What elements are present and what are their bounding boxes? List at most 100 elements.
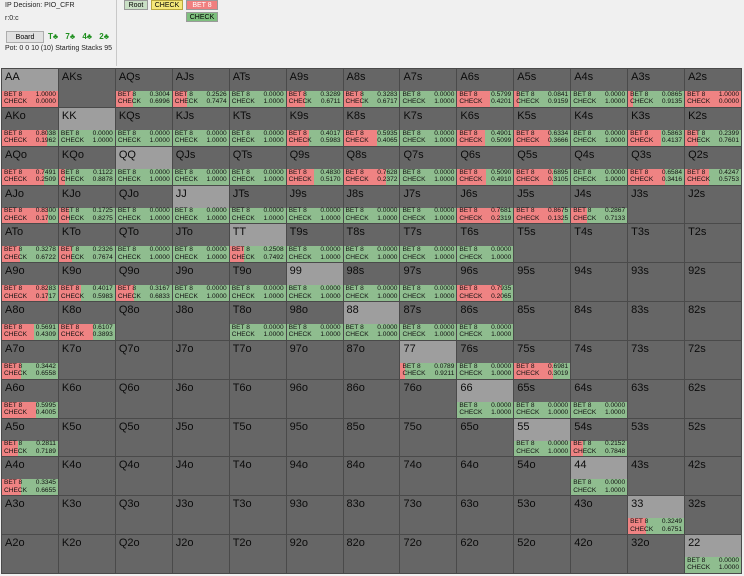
- hand-cell[interactable]: T5s: [514, 224, 571, 263]
- hand-cell[interactable]: T3o: [229, 496, 286, 535]
- hand-cell[interactable]: 73s: [628, 340, 685, 379]
- hand-cell[interactable]: K6s BET 8 0.4901 CHECK 0.5099: [457, 107, 514, 146]
- hand-cell[interactable]: 95o: [286, 418, 343, 457]
- hand-cell[interactable]: 52s: [685, 418, 741, 457]
- hand-cell[interactable]: 74o: [400, 457, 457, 496]
- hand-cell[interactable]: K5s BET 8 0.6334 CHECK 0.3666: [514, 107, 571, 146]
- hand-cell[interactable]: Q7s BET 8 0.0000 CHECK 1.0000: [400, 146, 457, 185]
- hand-cell[interactable]: 43o: [571, 496, 628, 535]
- hand-cell[interactable]: J2o: [172, 535, 229, 573]
- hand-cell[interactable]: 54o: [514, 457, 571, 496]
- hand-cell[interactable]: JJ BET 8 0.0000 CHECK 1.0000: [172, 185, 229, 224]
- hand-cell[interactable]: J3s: [628, 185, 685, 224]
- hand-cell[interactable]: A9o BET 8 0.8283 CHECK 0.1717: [2, 263, 58, 302]
- hand-cell[interactable]: KK BET 8 0.0000 CHECK 1.0000: [58, 107, 115, 146]
- hand-cell[interactable]: KTs BET 8 0.0000 CHECK 1.0000: [229, 107, 286, 146]
- hand-cell[interactable]: 52o: [514, 535, 571, 573]
- hand-cell[interactable]: Q9s BET 8 0.4830 CHECK 0.5170: [286, 146, 343, 185]
- hand-cell[interactable]: A2o: [2, 535, 58, 573]
- hand-cell[interactable]: K7s BET 8 0.0000 CHECK 1.0000: [400, 107, 457, 146]
- hand-cell[interactable]: Q6s BET 8 0.5090 CHECK 0.4910: [457, 146, 514, 185]
- hand-cell[interactable]: A8o BET 8 0.5691 CHECK 0.4309: [2, 302, 58, 340]
- hand-cell[interactable]: J7o: [172, 340, 229, 379]
- hand-cell[interactable]: QJo BET 8 0.0000 CHECK 1.0000: [115, 185, 172, 224]
- hand-cell[interactable]: 63s: [628, 379, 685, 418]
- hand-cell[interactable]: 86s BET 8 0.0000 CHECK 1.0000: [457, 302, 514, 340]
- hand-cell[interactable]: 98o BET 8 0.0000 CHECK 1.0000: [286, 302, 343, 340]
- hand-cell[interactable]: K6o: [58, 379, 115, 418]
- hand-cell[interactable]: A5s BET 8 0.0841 CHECK 0.9159: [514, 69, 571, 107]
- hand-cell[interactable]: 92s: [685, 263, 741, 302]
- hand-cell[interactable]: A9s BET 8 0.3289 CHECK 0.6711: [286, 69, 343, 107]
- hand-cell[interactable]: K2s BET 8 0.2399 CHECK 0.7601: [685, 107, 741, 146]
- hand-cell[interactable]: QTs BET 8 0.0000 CHECK 1.0000: [229, 146, 286, 185]
- hand-cell[interactable]: Q8o: [115, 302, 172, 340]
- hand-cell[interactable]: J2s: [685, 185, 741, 224]
- hand-cell[interactable]: AKs: [58, 69, 115, 107]
- hand-cell[interactable]: 82s: [685, 302, 741, 340]
- hand-cell[interactable]: 43s: [628, 457, 685, 496]
- hand-cell[interactable]: QTo BET 8 0.0000 CHECK 1.0000: [115, 224, 172, 263]
- hand-cell[interactable]: 53o: [514, 496, 571, 535]
- hand-cell[interactable]: JTs BET 8 0.0000 CHECK 1.0000: [229, 185, 286, 224]
- hand-cell[interactable]: T4o: [229, 457, 286, 496]
- hand-cell[interactable]: K5o: [58, 418, 115, 457]
- hand-cell[interactable]: 55 BET 8 0.0000 CHECK 1.0000: [514, 418, 571, 457]
- hand-cell[interactable]: K4o: [58, 457, 115, 496]
- hand-cell[interactable]: T3s: [628, 224, 685, 263]
- hand-cell[interactable]: 99 BET 8 0.0000 CHECK 1.0000: [286, 263, 343, 302]
- hand-cell[interactable]: Q4o: [115, 457, 172, 496]
- hand-cell[interactable]: 54s BET 8 0.2152 CHECK 0.7848: [571, 418, 628, 457]
- hand-cell[interactable]: K7o: [58, 340, 115, 379]
- hand-cell[interactable]: ATo BET 8 0.3278 CHECK 0.6722: [2, 224, 58, 263]
- hand-cell[interactable]: J9o BET 8 0.0000 CHECK 1.0000: [172, 263, 229, 302]
- hand-cell[interactable]: QJs BET 8 0.0000 CHECK 1.0000: [172, 146, 229, 185]
- hand-cell[interactable]: 66 BET 8 0.0000 CHECK 1.0000: [457, 379, 514, 418]
- hand-cell[interactable]: J3o: [172, 496, 229, 535]
- hand-cell[interactable]: T8o BET 8 0.0000 CHECK 1.0000: [229, 302, 286, 340]
- hand-cell[interactable]: Q3o: [115, 496, 172, 535]
- hand-cell[interactable]: J8s BET 8 0.0000 CHECK 1.0000: [343, 185, 400, 224]
- hand-cell[interactable]: A6s BET 8 0.5799 CHECK 0.4201: [457, 69, 514, 107]
- hand-cell[interactable]: 97o: [286, 340, 343, 379]
- hand-cell[interactable]: K9o BET 8 0.4017 CHECK 0.5983: [58, 263, 115, 302]
- hand-cell[interactable]: 32s: [685, 496, 741, 535]
- hand-cell[interactable]: J5s BET 8 0.8675 CHECK 0.1325: [514, 185, 571, 224]
- hand-cell[interactable]: K9s BET 8 0.4017 CHECK 0.5983: [286, 107, 343, 146]
- hand-cell[interactable]: A3s BET 8 0.0865 CHECK 0.9135: [628, 69, 685, 107]
- hand-cell[interactable]: AKo BET 8 0.8038 CHECK 0.1962: [2, 107, 58, 146]
- hand-cell[interactable]: AJo BET 8 0.8300 CHECK 0.1700: [2, 185, 58, 224]
- hand-cell[interactable]: AA BET 8 1.0000 CHECK 0.0000: [2, 69, 58, 107]
- hand-cell[interactable]: JTo BET 8 0.0000 CHECK 1.0000: [172, 224, 229, 263]
- hand-cell[interactable]: J5o: [172, 418, 229, 457]
- hand-cell[interactable]: T2o: [229, 535, 286, 573]
- hand-cell[interactable]: Q5o: [115, 418, 172, 457]
- hand-cell[interactable]: K8o BET 8 0.6107 CHECK 0.3893: [58, 302, 115, 340]
- hand-cell[interactable]: A7s BET 8 0.0000 CHECK 1.0000: [400, 69, 457, 107]
- hand-cell[interactable]: KTo BET 8 0.2326 CHECK 0.7674: [58, 224, 115, 263]
- hand-cell[interactable]: 77 BET 8 0.0789 CHECK 0.9211: [400, 340, 457, 379]
- hand-cell[interactable]: 96s BET 8 0.7935 CHECK 0.2065: [457, 263, 514, 302]
- hand-cell[interactable]: T4s: [571, 224, 628, 263]
- hand-cell[interactable]: 94o: [286, 457, 343, 496]
- board-button[interactable]: Board: [6, 31, 44, 43]
- hand-cell[interactable]: Q2o: [115, 535, 172, 573]
- hand-cell[interactable]: A5o BET 8 0.2811 CHECK 0.7189: [2, 418, 58, 457]
- hand-cell[interactable]: J4s BET 8 0.2867 CHECK 0.7133: [571, 185, 628, 224]
- hand-cell[interactable]: 92o: [286, 535, 343, 573]
- tree-node-root[interactable]: Root: [124, 0, 148, 10]
- hand-cell[interactable]: J9s BET 8 0.0000 CHECK 1.0000: [286, 185, 343, 224]
- hand-cell[interactable]: 94s: [571, 263, 628, 302]
- hand-cell[interactable]: A4o BET 8 0.3345 CHECK 0.6655: [2, 457, 58, 496]
- hand-cell[interactable]: Q8s BET 8 0.7628 CHECK 0.2372: [343, 146, 400, 185]
- hand-cell[interactable]: 85s: [514, 302, 571, 340]
- hand-cell[interactable]: KJs BET 8 0.0000 CHECK 1.0000: [172, 107, 229, 146]
- hand-cell[interactable]: 33 BET 8 0.3249 CHECK 0.6751: [628, 496, 685, 535]
- hand-cell[interactable]: T2s: [685, 224, 741, 263]
- hand-cell[interactable]: 42o: [571, 535, 628, 573]
- tree-node-check-child[interactable]: CHECK: [186, 12, 218, 22]
- hand-cell[interactable]: T5o: [229, 418, 286, 457]
- hand-cell[interactable]: 42s: [685, 457, 741, 496]
- hand-cell[interactable]: 85o: [343, 418, 400, 457]
- hand-cell[interactable]: J6o: [172, 379, 229, 418]
